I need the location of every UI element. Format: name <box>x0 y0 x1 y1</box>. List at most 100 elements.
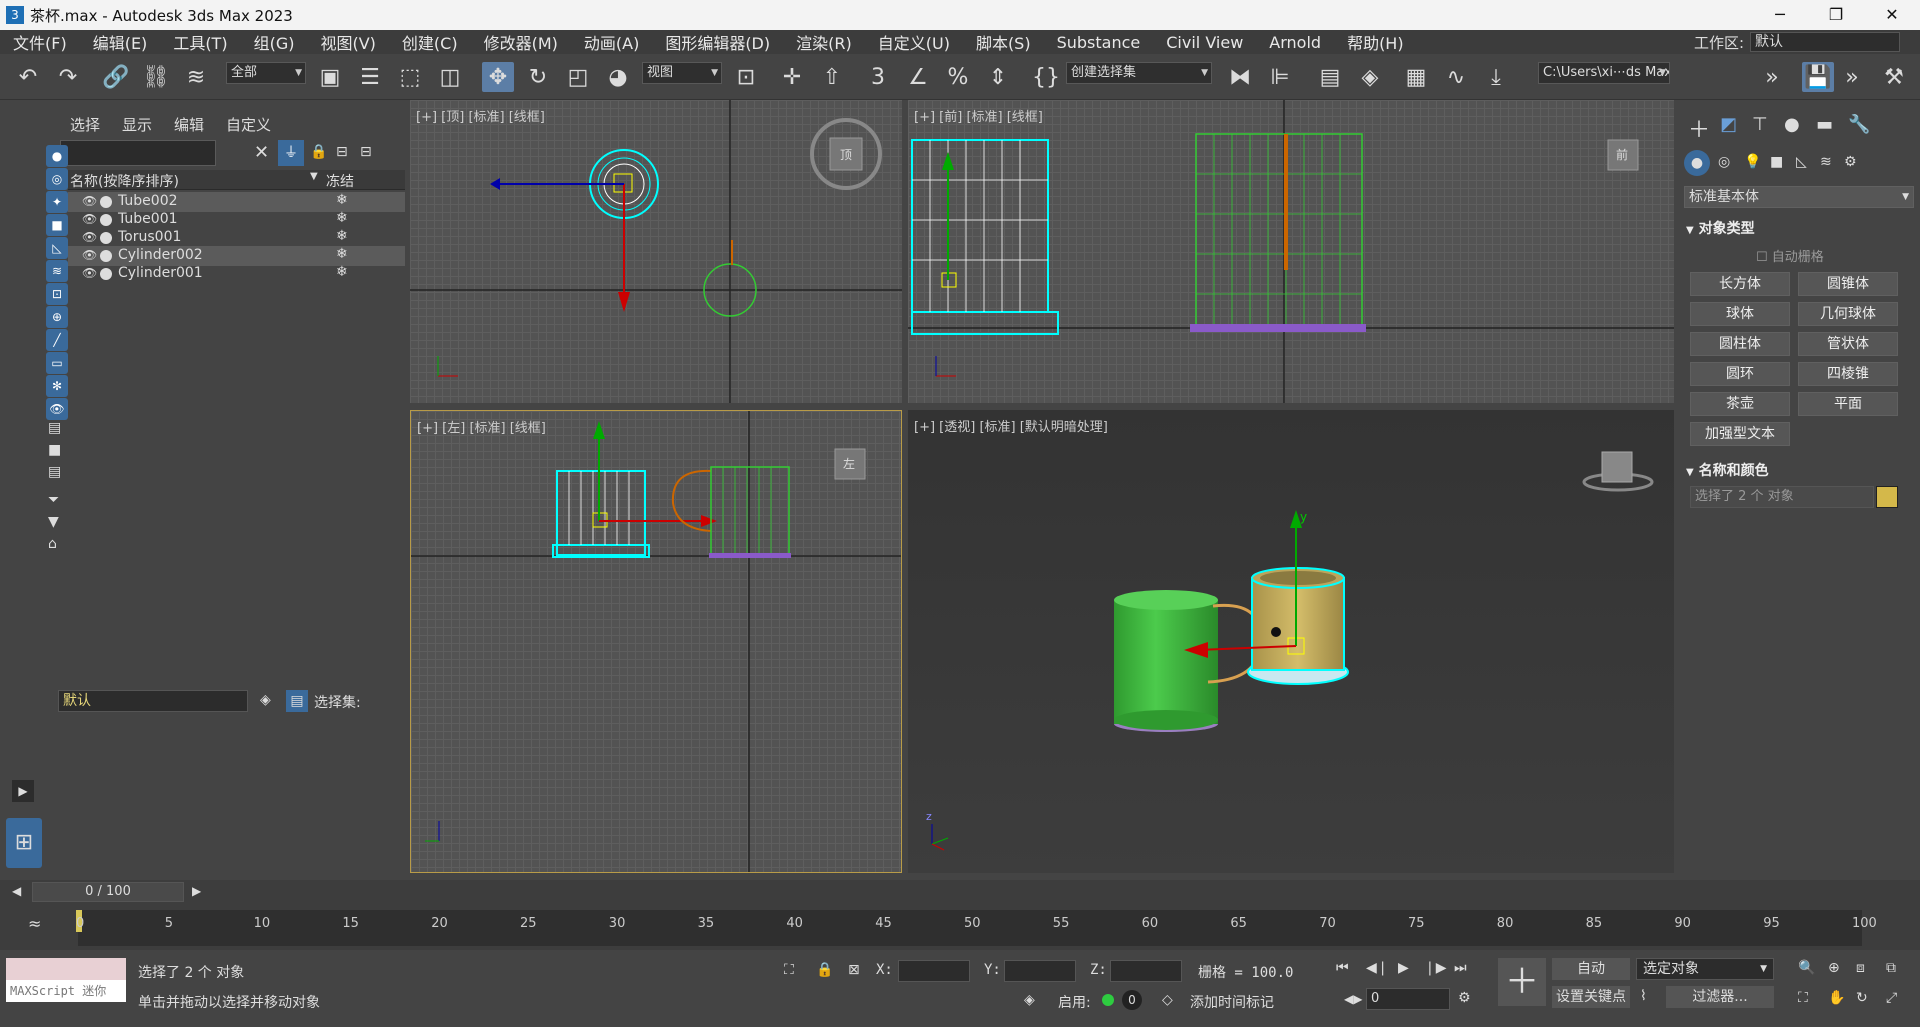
zoom-icon[interactable]: 🔍 <box>1798 960 1815 976</box>
helpers-icon[interactable]: ◺ <box>1796 154 1807 170</box>
render-toggle-icon[interactable] <box>100 214 112 226</box>
menu-scripting[interactable]: 脚本(S) <box>963 30 1044 54</box>
maxscript-listener[interactable] <box>6 958 126 980</box>
display-influences-icon[interactable]: ■ <box>48 442 61 458</box>
prev-arrow-icon[interactable]: ◀ <box>12 884 21 898</box>
menu-graph-editors[interactable]: 图形编辑器(D) <box>652 30 783 54</box>
adaptive-degradation-icon[interactable]: ◈ <box>1024 992 1035 1008</box>
play-icon[interactable]: ▶ <box>1398 960 1409 976</box>
cylinder-button[interactable]: 圆柱体 <box>1690 332 1790 356</box>
spinner-snap-icon[interactable]: ⇕ <box>982 62 1014 92</box>
teapot-button[interactable]: 茶壶 <box>1690 392 1790 416</box>
rect-region-icon[interactable]: ⬚ <box>394 62 426 92</box>
clear-icon[interactable]: ✕ <box>254 142 269 163</box>
pan-icon[interactable]: ✋ <box>1828 990 1845 1006</box>
prev-frame-icon[interactable]: ◀❘ <box>1366 960 1389 976</box>
textplus-button[interactable]: 加强型文本 <box>1690 422 1790 446</box>
selection-lock-icon[interactable]: 🔒 <box>816 962 833 978</box>
render-toggle-icon[interactable] <box>100 196 112 208</box>
menu-help[interactable]: 帮助(H) <box>1334 30 1417 54</box>
move-icon[interactable]: ✥ <box>482 62 514 92</box>
tab-edit[interactable]: 编辑 <box>174 114 204 135</box>
maxscript-input[interactable]: MAXScript 迷你 <box>6 980 126 1002</box>
menu-arnold[interactable]: Arnold <box>1256 33 1334 52</box>
zoom-extents-icon[interactable]: ⧈ <box>1856 960 1865 976</box>
placement-icon[interactable]: ◕ <box>602 62 634 92</box>
filter-funnel-icon[interactable]: ⏷ <box>48 492 59 508</box>
menu-rendering[interactable]: 渲染(R) <box>783 30 865 54</box>
selection-filter-dropdown[interactable]: 全部 <box>226 62 306 84</box>
filter-xrefs-icon[interactable]: ⊕ <box>46 306 68 328</box>
add-time-tag[interactable]: 添加时间标记 <box>1190 992 1274 1012</box>
time-tag-icon[interactable]: ◇ <box>1162 992 1173 1008</box>
hierarchy-tab-icon[interactable]: ⊤ <box>1752 114 1768 135</box>
box-button[interactable]: 长方体 <box>1690 272 1790 296</box>
lights-icon[interactable]: 💡 <box>1744 154 1761 170</box>
keyboard-shortcut-icon[interactable]: ⇧ <box>816 62 848 92</box>
enable-indicator[interactable] <box>1102 994 1114 1006</box>
filter-funnel-2-icon[interactable]: ▼ <box>48 514 59 530</box>
current-frame-field[interactable]: 0 <box>1366 988 1450 1010</box>
key-mode-icon[interactable]: ◀▶ <box>1344 992 1362 1006</box>
select-manipulate-icon[interactable]: ✛ <box>776 62 808 92</box>
x-coord-field[interactable] <box>898 960 970 982</box>
autogrid-checkbox[interactable]: ☐ 自动栅格 <box>1756 246 1824 265</box>
freeze-icon[interactable]: ❄ <box>336 264 348 280</box>
render-toggle-icon[interactable] <box>100 232 112 244</box>
filter-icon[interactable]: ⏚ <box>278 140 304 166</box>
project-path-field[interactable]: C:\Users\xi⋯ds Max 2023 <box>1538 62 1670 84</box>
maximize-viewport-icon[interactable]: ⤢ <box>1886 990 1897 1006</box>
torus-button[interactable]: 圆环 <box>1690 362 1790 386</box>
edit-named-sel-icon[interactable]: {} <box>1030 62 1062 92</box>
tube-button[interactable]: 管状体 <box>1798 332 1898 356</box>
display-dependents-icon[interactable]: ▤ <box>48 464 61 480</box>
menu-file[interactable]: 文件(F) <box>0 30 80 54</box>
isolate-icon[interactable]: ⛶ <box>784 962 794 978</box>
category-dropdown[interactable]: 标准基本体 ▼ <box>1684 186 1914 208</box>
select-object-icon[interactable]: ▣ <box>314 62 346 92</box>
viewport-perspective[interactable]: [+] [透视] [标准] [默认明暗处理] x y z <box>908 410 1674 873</box>
display-tab-icon[interactable]: ▬ <box>1816 114 1833 135</box>
maximize-button[interactable]: ❐ <box>1808 0 1864 30</box>
mirror-icon[interactable]: ⧓ <box>1224 62 1256 92</box>
filter-spacewarps-icon[interactable]: ≋ <box>46 260 68 282</box>
pivot-icon[interactable]: ⊡ <box>730 62 762 92</box>
render-setup-icon[interactable]: 💾 <box>1802 62 1834 92</box>
tab-display[interactable]: 显示 <box>122 114 152 135</box>
cameras-icon[interactable]: ■ <box>1770 154 1783 170</box>
filter-cameras-icon[interactable]: ■ <box>46 214 68 236</box>
more-tools-icon[interactable]: » <box>1756 62 1788 92</box>
filter-particles-icon[interactable]: ✻ <box>46 375 68 397</box>
spacewarps-icon[interactable]: ≋ <box>1820 154 1832 170</box>
display-children-icon[interactable]: ▤ <box>48 420 61 436</box>
viewport-label-front[interactable]: [+] [前] [标准] [线框] <box>914 106 1043 125</box>
key-tangent-icon[interactable]: ⌇ <box>1640 988 1647 1004</box>
visibility-icon[interactable]: 👁 <box>82 248 97 262</box>
schematic-icon[interactable]: ⤓ <box>1480 62 1512 92</box>
viewport-front[interactable]: [+] [前] [标准] [线框] 前 <box>908 100 1674 403</box>
pyramid-button[interactable]: 四棱锥 <box>1798 362 1898 386</box>
col-freeze[interactable]: 冻结 <box>326 171 354 191</box>
viewport-label-left[interactable]: [+] [左] [标准] [线框] <box>417 417 546 436</box>
zoom-all-icon[interactable]: ⊕ <box>1828 960 1840 976</box>
filter-containers-icon[interactable]: ▭ <box>46 352 68 374</box>
scale-icon[interactable]: ◰ <box>562 62 594 92</box>
motion-tab-icon[interactable]: ● <box>1784 114 1800 135</box>
snap-3d-icon[interactable]: 3 <box>862 62 894 92</box>
viewcube-left[interactable]: 左 <box>843 455 855 472</box>
freeze-icon[interactable]: ❄ <box>336 192 348 208</box>
expand-panel-icon[interactable]: ▶ <box>12 780 34 802</box>
tab-select[interactable]: 选择 <box>70 114 100 135</box>
layer-explorer-icon[interactable]: ◈ <box>1354 62 1386 92</box>
filter-groups-icon[interactable]: ⊡ <box>46 283 68 305</box>
filter-helpers-icon[interactable]: ◺ <box>46 237 68 259</box>
freeze-icon[interactable]: ❄ <box>336 210 348 226</box>
link-icon[interactable]: 🔗 <box>100 62 132 92</box>
curve-editor-icon[interactable]: ∿ <box>1440 62 1472 92</box>
menu-tools[interactable]: 工具(T) <box>160 30 240 54</box>
render-toggle-icon[interactable] <box>100 250 112 262</box>
angle-snap-icon[interactable]: ∠ <box>902 62 934 92</box>
visibility-icon[interactable]: 👁 <box>82 212 97 226</box>
goto-start-icon[interactable]: ⏮ <box>1336 960 1349 976</box>
named-selection-set-dropdown[interactable]: 创建选择集 <box>1066 62 1212 84</box>
